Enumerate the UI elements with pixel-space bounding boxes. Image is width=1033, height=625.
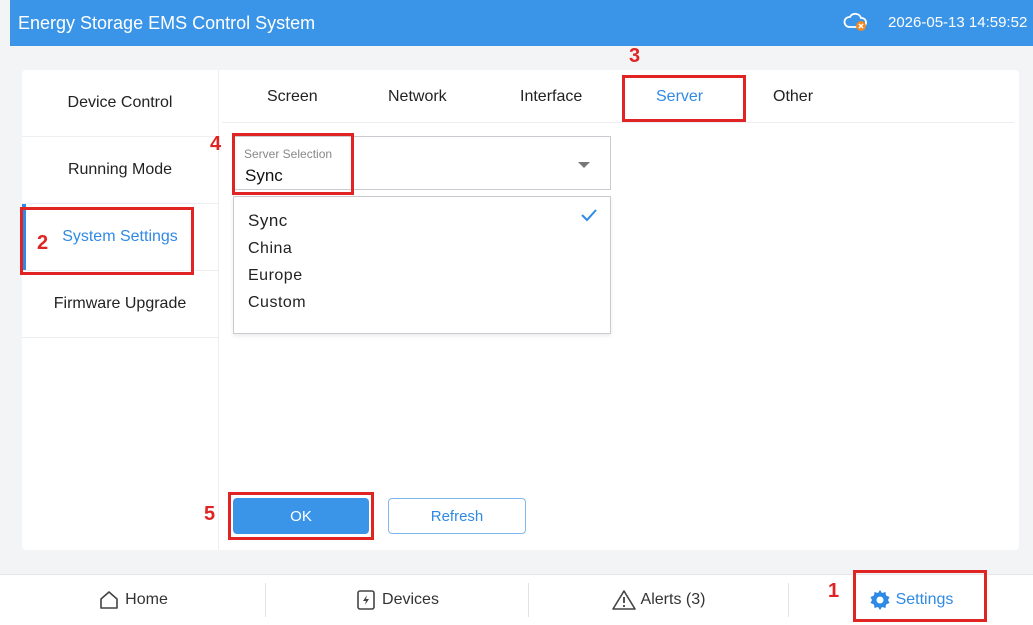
sidebar-item-label: Device Control — [67, 94, 173, 111]
option-sync[interactable]: Sync — [248, 211, 288, 231]
sidebar-item-firmware-upgrade[interactable]: Firmware Upgrade — [22, 271, 218, 338]
nav-home-label: Home — [125, 591, 168, 608]
highlight-server-selection — [232, 133, 354, 195]
step-number-4: 4 — [210, 133, 222, 155]
alert-icon — [611, 590, 636, 610]
tab-bar: Screen Network Interface Server Other — [222, 70, 1014, 123]
refresh-button[interactable]: Refresh — [388, 498, 526, 534]
sidebar-item-device-control[interactable]: Device Control — [22, 70, 218, 137]
sidebar-item-label: Running Mode — [67, 161, 173, 178]
nav-alerts-label: Alerts (3) — [640, 591, 706, 608]
nav-devices-label: Devices — [382, 591, 439, 608]
option-custom[interactable]: Custom — [248, 294, 306, 312]
cloud-warning-icon[interactable] — [843, 11, 869, 33]
tab-network[interactable]: Network — [388, 88, 447, 106]
step-number-5: 5 — [204, 503, 216, 525]
tab-screen[interactable]: Screen — [267, 88, 318, 106]
highlight-settings — [853, 570, 987, 622]
nav-alerts[interactable]: Alerts (3) — [528, 575, 788, 625]
app-title: Energy Storage EMS Control System — [18, 13, 316, 33]
option-europe[interactable]: Europe — [248, 267, 303, 285]
highlight-ok-button — [228, 492, 374, 540]
step-number-2: 2 — [37, 232, 49, 254]
tab-other[interactable]: Other — [773, 88, 813, 106]
nav-home[interactable]: Home — [0, 575, 265, 625]
device-icon — [357, 590, 375, 610]
header-bar: Energy Storage EMS Control System 2026-0… — [10, 0, 1033, 46]
step-number-3: 3 — [629, 45, 641, 67]
step-number-1: 1 — [828, 580, 840, 602]
highlight-server-tab — [622, 75, 746, 122]
sidebar-item-running-mode[interactable]: Running Mode — [22, 137, 218, 204]
check-icon — [581, 209, 597, 222]
nav-devices[interactable]: Devices — [265, 575, 528, 625]
home-icon — [100, 591, 118, 609]
tab-interface[interactable]: Interface — [520, 88, 582, 106]
option-china[interactable]: China — [248, 240, 292, 258]
chevron-down-icon[interactable] — [578, 162, 590, 168]
server-options-dropdown: Sync China Europe Custom — [233, 196, 611, 334]
datetime: 2026-05-13 14:59:52 — [888, 14, 1028, 31]
settings-panel: Device Control Running Mode System Setti… — [22, 70, 1019, 550]
sidebar: Device Control Running Mode System Setti… — [22, 70, 219, 550]
sidebar-item-label: Firmware Upgrade — [53, 295, 187, 312]
